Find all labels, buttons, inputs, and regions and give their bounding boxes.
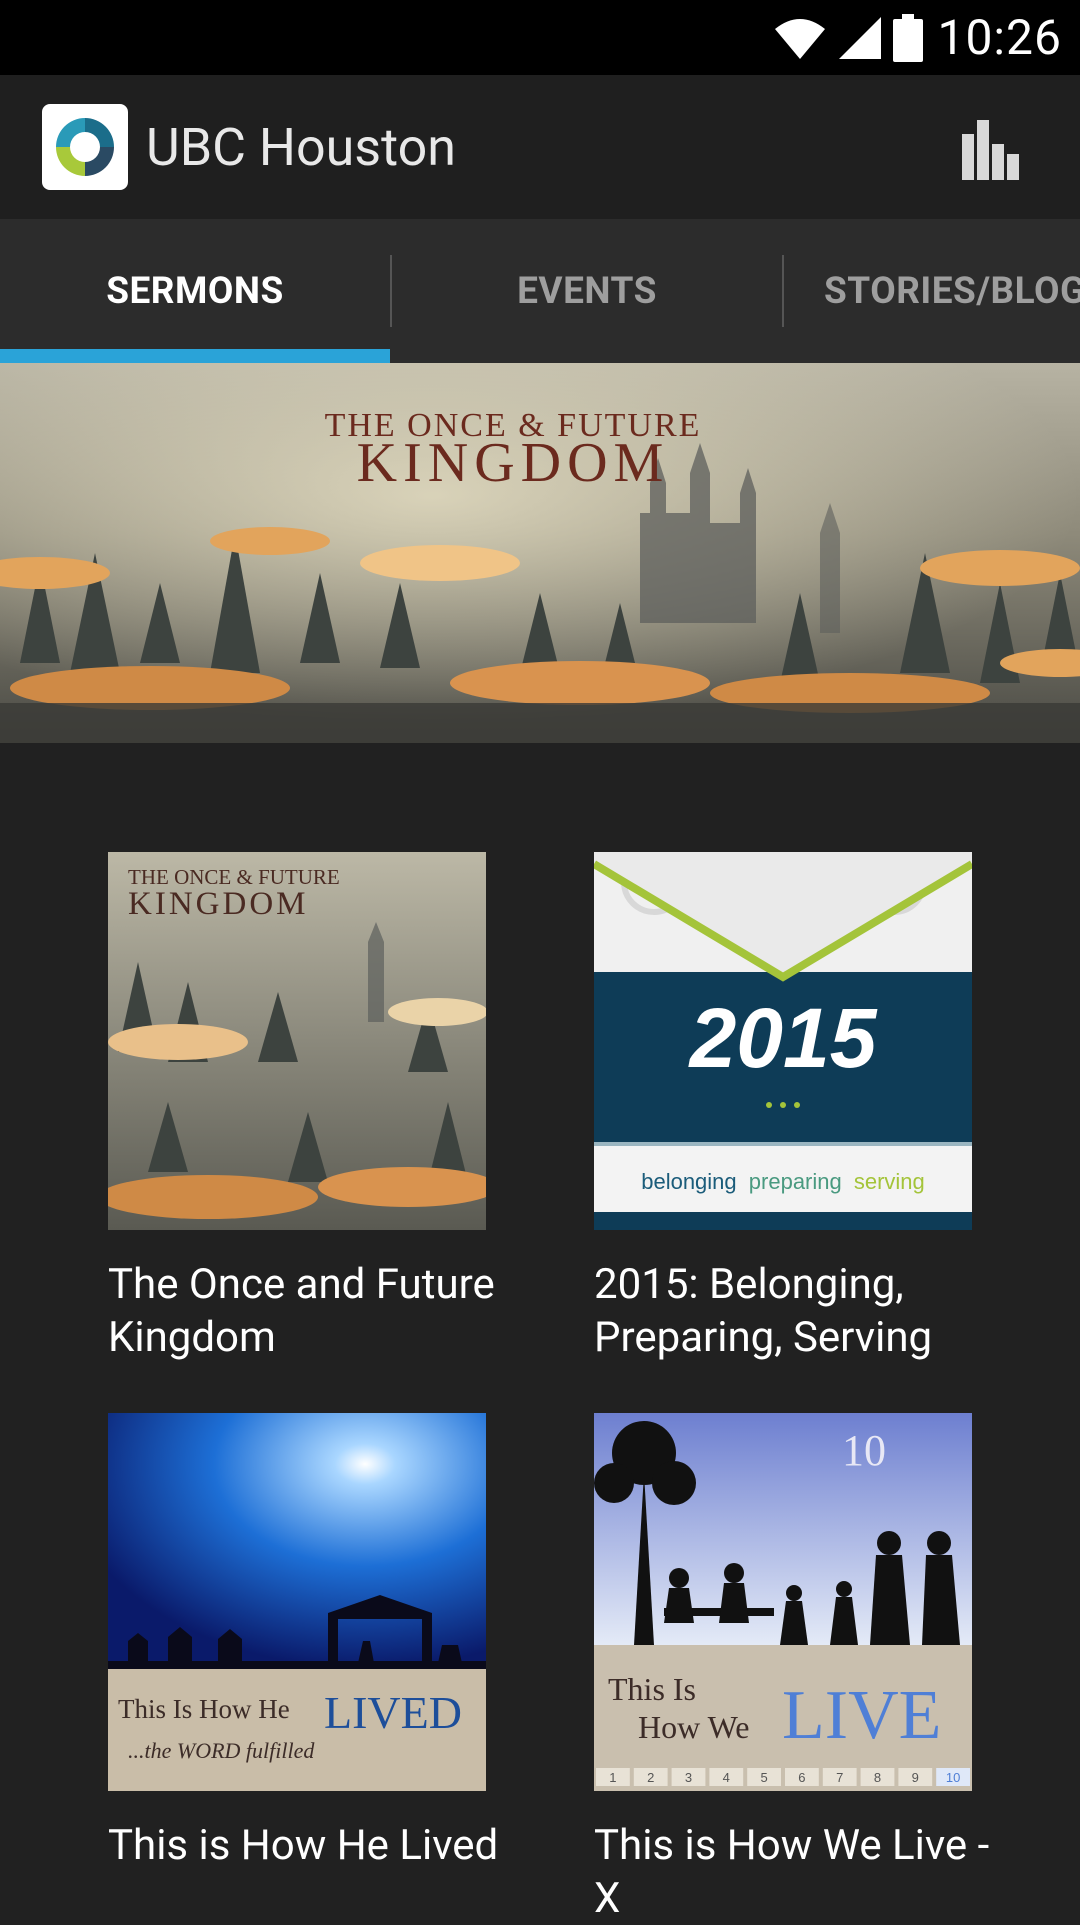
thumb-word: preparing <box>749 1169 842 1194</box>
ruler-number: 10 <box>946 1770 960 1785</box>
thumb-title-line2: KINGDOM <box>128 886 309 922</box>
tab-events[interactable]: EVENTS <box>392 219 782 363</box>
sermon-card[interactable]: THE ONCE & FUTURE KINGDOM The Once and F… <box>108 852 495 1364</box>
thumb-word: serving <box>854 1169 925 1194</box>
sermon-title: This is How We Live - X <box>594 1821 990 1923</box>
ruler-number: 3 <box>685 1770 692 1785</box>
tab-bar: SERMONS EVENTS STORIES/BLOG <box>0 219 1080 363</box>
ruler-number: 6 <box>798 1770 805 1785</box>
bar-chart-icon <box>962 120 1019 180</box>
sermon-card[interactable]: 10 This Is How We LIVE 1 2 3 4 5 6 7 8 9 10 This … <box>594 1413 989 1925</box>
thumb-title-line1: This Is <box>608 1671 696 1707</box>
sermon-title: 2015: Belonging, Preparing, Serving <box>594 1260 933 1362</box>
tab-label: SERMONS <box>106 269 284 313</box>
thumb-title-big: LIVED <box>324 1687 462 1738</box>
thumb-number: 10 <box>842 1426 886 1475</box>
battery-icon <box>893 13 924 62</box>
thumb-title-line2: How We <box>638 1709 749 1745</box>
featured-series-banner[interactable]: THE ONCE & FUTURE KINGDOM <box>0 363 1080 743</box>
ruler-number: 7 <box>836 1770 843 1785</box>
ruler-number: 9 <box>912 1770 919 1785</box>
app-bar: UBC Houston <box>0 75 1080 219</box>
ruler-number: 1 <box>609 1770 616 1785</box>
wifi-icon <box>775 18 826 59</box>
sermon-thumbnail: This Is How He LIVED ...the WORD fulfill… <box>108 1413 486 1791</box>
thumb-title-big: LIVE <box>782 1677 941 1754</box>
sermon-card[interactable]: This Is How He LIVED ...the WORD fulfill… <box>108 1413 498 1872</box>
tab-indicator <box>0 349 390 363</box>
app-title: UBC Houston <box>146 117 456 178</box>
thumb-year: 2015 <box>688 991 878 1085</box>
ruler-number: 8 <box>874 1770 881 1785</box>
svg-text:belonging preparing: belonging preparing serving <box>641 1169 925 1194</box>
signal-icon <box>839 16 882 59</box>
tab-sermons[interactable]: SERMONS <box>0 219 390 363</box>
clock: 10:26 <box>937 9 1062 66</box>
status-bar: 10:26 <box>0 0 1080 75</box>
banner-artwork: THE ONCE & FUTURE KINGDOM <box>0 363 1080 743</box>
banner-title-line2: KINGDOM <box>357 432 670 494</box>
sermon-title: The Once and Future Kingdom <box>108 1260 495 1362</box>
sermon-card[interactable]: 2015 belonging preparing serving 2015: B… <box>594 852 972 1364</box>
ruler-number: 5 <box>760 1770 767 1785</box>
ruler-number: 4 <box>723 1770 730 1785</box>
ruler-number: 2 <box>647 1770 654 1785</box>
sermon-thumbnail: 2015 belonging preparing serving <box>594 852 972 1230</box>
tab-stories-blog[interactable]: STORIES/BLOG <box>784 219 1080 363</box>
tab-label: EVENTS <box>517 269 657 313</box>
stats-button[interactable] <box>956 115 1026 185</box>
thumb-word: belonging <box>641 1169 736 1194</box>
sermon-title: This is How He Lived <box>108 1821 499 1870</box>
tab-label: STORIES/BLOG <box>824 269 1080 313</box>
sermon-thumbnail: THE ONCE & FUTURE KINGDOM <box>108 852 486 1230</box>
thumb-subtitle: ...the WORD fulfilled <box>128 1738 315 1763</box>
sermon-thumbnail: 10 This Is How We LIVE 1 2 3 4 5 6 7 8 9 10 <box>594 1413 972 1791</box>
thumb-title-line1: This Is How He <box>118 1694 290 1724</box>
app-logo-icon[interactable] <box>42 104 128 190</box>
